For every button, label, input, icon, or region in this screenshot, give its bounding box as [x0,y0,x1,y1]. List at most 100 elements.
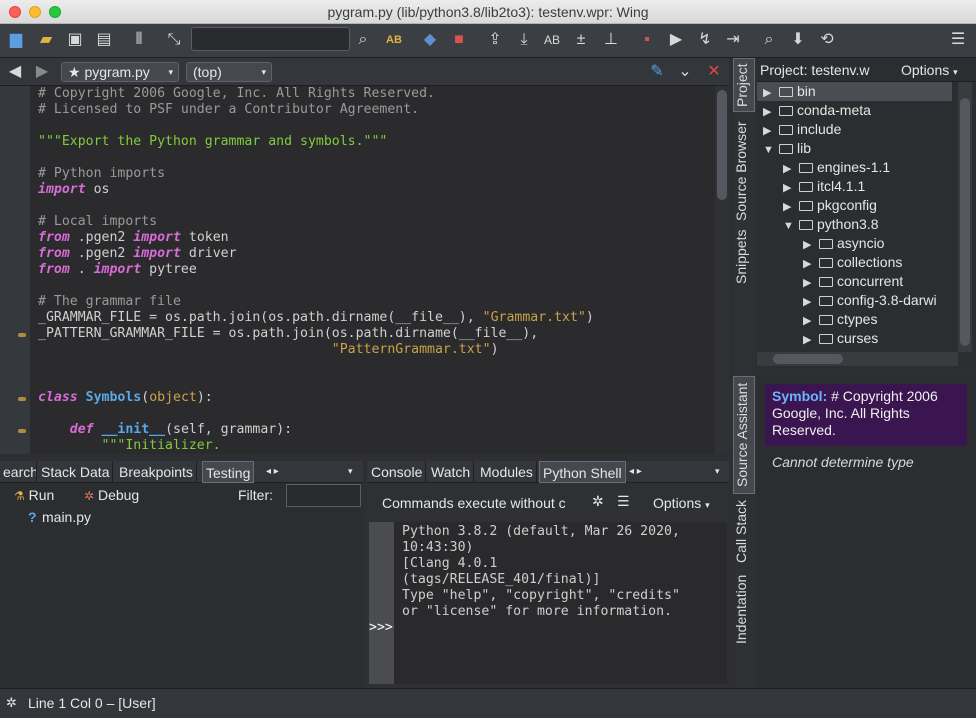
code-line[interactable]: """Initializer. [38,438,594,454]
tab-console[interactable]: Console [368,461,427,483]
code-line[interactable]: _GRAMMAR_FILE = os.path.join(os.path.dir… [38,310,594,326]
collapsed-icon[interactable]: ▶ [803,331,819,350]
filter-input[interactable] [286,484,361,507]
tree-item[interactable]: ▶ bin [757,82,952,101]
run-tests-button[interactable]: ⚗ Run [14,487,54,503]
project-vscroll[interactable] [958,82,972,352]
code-line[interactable]: _PATTERN_GRAMMAR_FILE = os.path.join(os.… [38,326,594,342]
breakpoint-icon[interactable]: ▪ [636,29,658,51]
commit-icon[interactable]: ⊥ [600,29,622,51]
code-line[interactable]: # Python imports [38,166,594,182]
fold-marker-icon[interactable] [18,429,26,433]
options-chevron-icon[interactable]: ⌄ [674,61,696,83]
save-all-icon[interactable]: ▤ [93,29,115,51]
editor-scroll-thumb[interactable] [717,90,727,200]
upload-icon[interactable]: ⇪ [484,29,506,51]
editor-scrollbar[interactable] [715,86,729,454]
toolbar-search-input[interactable] [191,27,350,51]
code-content[interactable]: # Copyright 2006 Google, Inc. All Rights… [38,86,594,454]
tree-item[interactable]: ▶ pkgconfig [783,196,877,215]
tab-search[interactable]: earch [0,461,37,483]
tree-item[interactable]: ▶ conda-meta [763,101,871,120]
tree-item[interactable]: ▶ include [763,120,841,139]
spell-check-icon[interactable]: AB [383,29,405,51]
test-file-item[interactable]: main.py [42,509,91,525]
code-line[interactable] [38,358,594,374]
tree-item[interactable]: ▶ config-3.8-darwi [803,291,937,310]
tab-snippets[interactable]: Snippets [733,226,755,288]
forward-icon[interactable]: ▶ [31,61,53,83]
tree-item[interactable]: ▶ collections [803,253,902,272]
close-editor-icon[interactable]: ✕ [703,61,725,83]
code-line[interactable]: class Symbols(object): [38,390,594,406]
code-line[interactable]: def __init__(self, grammar): [38,422,594,438]
code-line[interactable]: "PatternGrammar.txt") [38,342,594,358]
run-icon[interactable]: ▶ [665,29,687,51]
step-into-icon[interactable]: ↯ [694,29,716,51]
shell-options-button[interactable]: Options ▾ [653,495,710,511]
tab-project[interactable]: Project [733,58,755,112]
open-file-icon[interactable]: ▰ [35,29,57,51]
tab-breakpoints[interactable]: Breakpoints [116,461,197,483]
code-line[interactable] [38,406,594,422]
tabs-scroll-icon[interactable]: ◂ ▸ [266,461,279,483]
code-line[interactable]: from .pgen2 import driver [38,246,594,262]
indent-icon[interactable]: ⫴ [128,29,150,51]
bug-status-icon[interactable]: ✲ [6,689,17,717]
stop-icon[interactable]: ■ [448,29,470,51]
menu-icon[interactable]: ☰ [947,29,969,51]
chevron-down-icon[interactable]: ▾ [348,461,353,481]
tab-call-stack[interactable]: Call Stack [733,496,755,566]
fold-marker-icon[interactable] [18,333,26,337]
goto-icon[interactable]: ⤡ [163,29,185,51]
code-line[interactable]: from .pgen2 import token [38,230,594,246]
code-line[interactable]: # Licensed to PSF under a Contributor Ag… [38,102,594,118]
tabs-scroll-icon[interactable]: ◂ ▸ [629,461,642,483]
tree-item[interactable]: ▶ asyncio [803,234,884,253]
code-line[interactable] [38,118,594,134]
project-options-button[interactable]: Options ▾ [901,58,958,84]
save-icon[interactable]: ▣ [64,29,86,51]
arrow-down-icon[interactable]: ⬇ [787,29,809,51]
code-line[interactable] [38,278,594,294]
compare-icon[interactable]: AB [541,29,563,51]
scope-selector[interactable]: (top) ▾ [186,62,272,82]
chevron-down-icon[interactable]: ▾ [715,461,720,481]
python-icon[interactable]: ◆ [419,29,441,51]
code-line[interactable]: # The grammar file [38,294,594,310]
code-line[interactable] [38,198,594,214]
fold-marker-icon[interactable] [18,397,26,401]
tree-item[interactable]: ▶ concurrent [803,272,903,291]
code-line[interactable]: from . import pytree [38,262,594,278]
tab-modules[interactable]: Modules [477,461,537,483]
step-over-icon[interactable]: ⇥ [722,29,744,51]
merge-icon[interactable]: ± [570,29,592,51]
code-line[interactable] [38,150,594,166]
tree-item[interactable]: ▼ python3.8 [783,215,879,234]
tab-python-shell[interactable]: Python Shell [539,461,626,483]
project-hscroll-thumb[interactable] [773,354,843,364]
find-icon[interactable]: ⌕ [758,29,780,51]
tab-watch[interactable]: Watch [428,461,475,483]
project-hscroll[interactable] [757,352,958,366]
debug-bug-icon[interactable]: ✲ [592,493,604,510]
add-list-icon[interactable]: ☰ [617,493,630,510]
tab-testing[interactable]: Testing [202,461,255,483]
tree-item[interactable]: ▶ itcl4.1.1 [783,177,865,196]
tree-item[interactable]: ▶ engines-1.1 [783,158,890,177]
tab-source-browser[interactable]: Source Browser [733,116,755,226]
code-line[interactable]: # Local imports [38,214,594,230]
code-editor[interactable]: # Copyright 2006 Google, Inc. All Rights… [0,86,729,454]
code-line[interactable] [38,374,594,390]
shell-output[interactable]: >>> Python 3.8.2 (default, Mar 26 2020, 1… [369,522,727,684]
tab-indentation[interactable]: Indentation [733,568,755,650]
file-selector[interactable]: ★ pygram.py ▾ [61,62,179,82]
expanded-icon[interactable]: ▼ [763,141,779,160]
tree-item[interactable]: ▶ ctypes [803,310,877,329]
tab-stack-data[interactable]: Stack Data [38,461,114,483]
code-line[interactable]: # Copyright 2006 Google, Inc. All Rights… [38,86,594,102]
download-icon[interactable]: ⤓ [513,29,535,51]
debug-tests-button[interactable]: ✲ Debug [84,487,139,503]
project-scroll-thumb[interactable] [960,98,970,346]
new-file-icon[interactable]: ▆ [5,29,27,51]
